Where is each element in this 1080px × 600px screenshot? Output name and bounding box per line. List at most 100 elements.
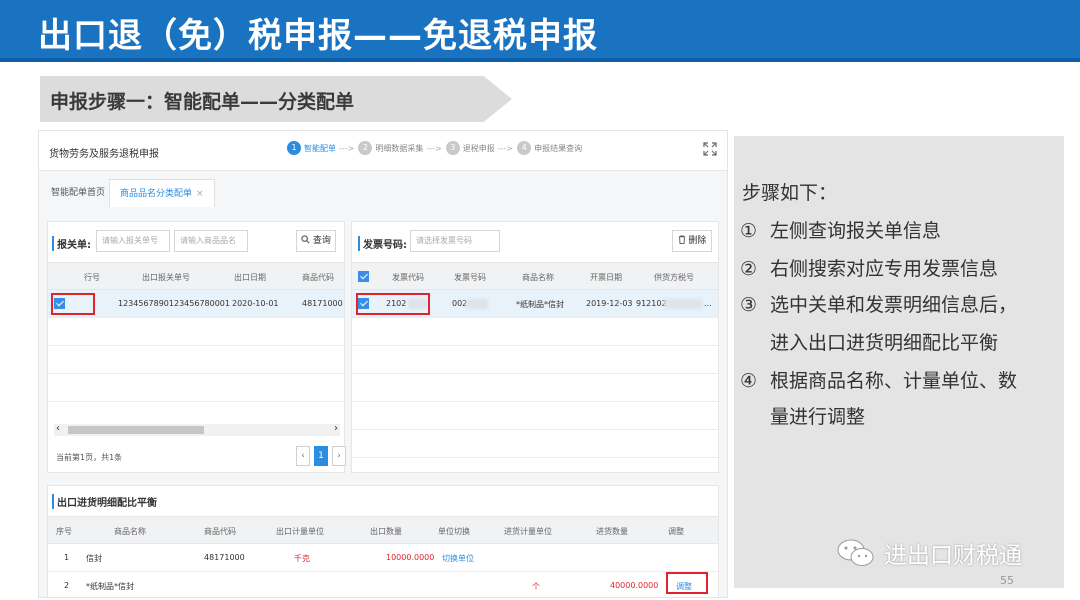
wechat-icon: [837, 539, 874, 566]
col-code: 商品代码: [204, 527, 236, 536]
close-tab-icon[interactable]: ×: [196, 189, 204, 199]
declaration-number-input[interactable]: 请输入报关单号: [96, 230, 170, 252]
pager-prev-button[interactable]: ‹: [296, 446, 310, 466]
instruction-number: ③: [740, 294, 758, 316]
instruction-number: ②: [740, 258, 758, 280]
col-export-date: 出口日期: [234, 273, 266, 282]
trash-icon: [678, 235, 685, 244]
highlight-box: [51, 293, 95, 315]
col-name: 商品名称: [114, 527, 146, 536]
scroll-left-icon[interactable]: ‹: [56, 423, 60, 434]
table-row: [352, 346, 718, 374]
col-invoice-date: 开票日期: [590, 273, 622, 282]
instruction-text: 根据商品名称、计量单位、数: [770, 370, 1018, 392]
instruction-panel: 步骤如下： ① 左侧查询报关单信息 ② 右侧搜索对应专用发票信息 ③ 选中关单和发票明…: [734, 136, 1064, 588]
purchase-qty-cell: 40000.0000: [610, 581, 659, 590]
brand-name: 进出口财税通: [884, 543, 1022, 569]
pager-page-1[interactable]: 1: [314, 446, 328, 466]
wizard-step-1-label[interactable]: 智能配单: [304, 143, 336, 154]
instruction-number: ④: [740, 370, 758, 392]
col-commodity-code: 商品代码: [302, 273, 334, 282]
col-seq: 序号: [56, 527, 72, 536]
col-unit-switch: 单位切换: [438, 527, 470, 536]
step-banner: 申报步骤一：智能配单——分类配单: [40, 76, 512, 122]
horizontal-scrollbar[interactable]: ‹ ›: [54, 423, 340, 436]
scrollbar-thumb[interactable]: [68, 426, 204, 434]
table-row: [48, 374, 344, 402]
wizard-step-4-number[interactable]: 4: [517, 141, 532, 155]
redacted-value: [466, 299, 488, 309]
instruction-text: 选中关单和发票明细信息后，: [770, 294, 1018, 316]
wizard-step-3-number[interactable]: 3: [445, 141, 460, 155]
invoice-panel: 发票号码: 请选择发票号码 删除 发票代码 发票号码 商品名称 开票日期 供货方…: [351, 221, 719, 473]
name-cell: 信封: [86, 554, 102, 563]
col-adjust: 调整: [668, 527, 684, 536]
instruction-heading: 步骤如下：: [742, 182, 838, 204]
name-cell: *纸制品*信封: [86, 582, 134, 591]
fullscreen-icon[interactable]: [703, 142, 717, 156]
declaration-no-cell: 1234567890123456780001: [118, 299, 230, 308]
commodity-code-cell: 48171000: [302, 299, 343, 308]
instruction-item-3: ③ 选中关单和发票明细信息后，: [740, 290, 1017, 317]
redacted-value: [664, 299, 702, 309]
highlight-box: [356, 293, 430, 315]
purchase-unit-cell: 个: [532, 582, 540, 591]
col-line-no: 行号: [84, 273, 100, 282]
slide-title: 出口退（免）税申报——免退税申报: [38, 16, 598, 56]
table-row: 2 *纸制品*信封 个 40000.0000 调整: [48, 572, 718, 597]
wizard-step-1-number[interactable]: 1: [287, 141, 301, 155]
instruction-item-2: ② 右侧搜索对应专用发票信息: [740, 254, 998, 281]
select-all-checkbox[interactable]: [358, 271, 369, 282]
table-row: [48, 318, 344, 346]
tab-category-match[interactable]: 商品品名分类配单 ×: [109, 179, 215, 207]
instruction-text-continued: 进入出口进货明细配比平衡: [770, 332, 999, 354]
delete-button-label: 删除: [688, 236, 707, 246]
col-purchase-qty: 进货数量: [596, 527, 628, 536]
instruction-text: 左侧查询报关单信息: [770, 220, 942, 242]
delete-button[interactable]: 删除: [672, 230, 712, 252]
customs-table-header: 行号 出口报关单号 出口日期 商品代码: [48, 262, 344, 290]
more-cell: ...: [704, 299, 712, 308]
wizard-step-4-label[interactable]: 申报结果查询: [534, 143, 582, 154]
scroll-right-icon[interactable]: ›: [334, 423, 338, 434]
app-title: 货物劳务及服务退税申报: [49, 149, 159, 160]
step-banner-text: 申报步骤一：智能配单——分类配单: [50, 91, 355, 113]
table-row: [352, 374, 718, 402]
customs-label: 报关单:: [52, 236, 91, 251]
instruction-number: ①: [740, 220, 758, 242]
col-product-name: 商品名称: [522, 273, 554, 282]
invoice-label: 发票号码:: [358, 236, 407, 251]
switch-unit-link[interactable]: 切换单位: [442, 553, 474, 564]
invoice-no-cell: 002: [452, 299, 468, 308]
invoice-date-cell: 2019-12-03: [586, 299, 633, 308]
col-export-qty: 出口数量: [370, 527, 402, 536]
query-button-label: 查询: [312, 236, 331, 246]
pager-next-button[interactable]: ›: [332, 446, 346, 466]
invoice-table-header: 发票代码 发票号码 商品名称 开票日期 供货方税号: [352, 262, 718, 290]
table-row: [352, 402, 718, 430]
wizard-step-3-label[interactable]: 退税申报: [463, 143, 495, 154]
seq-cell: 1: [64, 553, 70, 562]
instruction-text-continued: 量进行调整: [770, 406, 866, 428]
export-unit-cell: 千克: [294, 554, 310, 563]
seq-cell: 2: [64, 581, 70, 590]
commodity-name-input[interactable]: 请输入商品品名: [174, 230, 248, 252]
wizard-arrow-icon: --->: [497, 143, 514, 153]
table-row: [352, 430, 718, 458]
app-header: 货物劳务及服务退税申报 1 智能配单 ---> 2 明细数据采集 ---> 3 …: [39, 131, 727, 171]
col-purchase-unit: 进货计量单位: [504, 527, 552, 536]
search-icon: [301, 235, 310, 244]
wizard-step-2-label[interactable]: 明细数据采集: [375, 143, 423, 154]
query-button[interactable]: 查询: [296, 230, 336, 252]
page-number: 55: [1000, 574, 1014, 587]
wizard-step-2-number[interactable]: 2: [358, 141, 373, 155]
wizard-arrow-icon: --->: [426, 143, 442, 153]
tab-bar: 智能配单首页 商品品名分类配单 ×: [39, 171, 727, 207]
col-invoice-no: 发票号码: [454, 273, 486, 282]
tab-smart-match-home[interactable]: 智能配单首页: [41, 179, 115, 207]
tab-category-match-label: 商品品名分类配单: [120, 189, 193, 199]
slide-title-bar: 出口退（免）税申报——免退税申报: [0, 0, 1080, 62]
invoice-number-input[interactable]: 请选择发票号码: [410, 230, 500, 252]
pager-summary: 当前第1页，共1条: [56, 453, 123, 462]
supplier-tax-no-cell: 912102: [636, 299, 667, 308]
